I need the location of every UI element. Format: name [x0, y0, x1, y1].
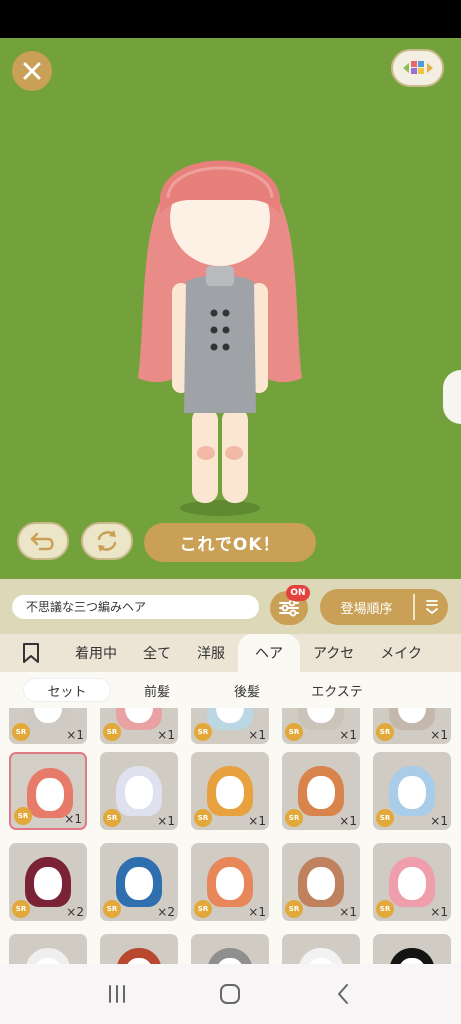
tab-accessories[interactable]: アクセ: [300, 634, 367, 672]
hair-item-card[interactable]: [191, 934, 269, 964]
hair-sub-tabs: セット 前髪 後髪 エクステ: [0, 672, 461, 708]
mannequin-head: [125, 867, 153, 900]
rarity-badge: SR: [194, 723, 212, 741]
item-count: ×1: [430, 814, 448, 828]
selected-item-name: 不思議な三つ編みヘア: [12, 595, 259, 619]
subtab-extensions[interactable]: エクステ: [294, 679, 380, 701]
undo-button[interactable]: [17, 522, 69, 560]
hair-item-card[interactable]: SR ×1: [282, 708, 360, 744]
rarity-badge: SR: [14, 807, 32, 825]
item-count: ×1: [430, 905, 448, 919]
category-tabs: 着用中 全て 洋服 ヘア アクセ メイク: [0, 634, 461, 672]
item-count: ×1: [339, 905, 357, 919]
item-count: ×1: [157, 814, 175, 828]
rarity-badge: SR: [103, 809, 121, 827]
item-count: ×1: [339, 728, 357, 742]
hair-item-card[interactable]: SR ×1: [373, 843, 451, 921]
filter-bar: 不思議な三つ編みヘア ON 登場順序: [0, 579, 461, 634]
sort-direction-icon[interactable]: [415, 599, 448, 615]
item-count: ×1: [248, 905, 266, 919]
mannequin-head: [307, 867, 335, 900]
hair-item-card[interactable]: SR ×1: [282, 843, 360, 921]
avatar-stage: これでOK！: [0, 38, 461, 579]
sort-order-label: 登場順序: [340, 601, 393, 617]
background-palette-icon: [402, 61, 433, 74]
mannequin-head: [34, 867, 62, 900]
rarity-badge: SR: [285, 900, 303, 918]
rotate-button[interactable]: [81, 522, 133, 560]
rarity-badge: SR: [194, 900, 212, 918]
hair-item-card[interactable]: SR ×1: [9, 752, 87, 830]
close-icon: [23, 62, 41, 80]
rarity-badge: SR: [376, 809, 394, 827]
mannequin-head: [216, 776, 244, 809]
rarity-badge: SR: [103, 723, 121, 741]
sliders-icon: [279, 599, 299, 617]
avatar-figure: [138, 160, 302, 516]
hair-item-card[interactable]: SR ×1: [373, 752, 451, 830]
tab-clothes[interactable]: 洋服: [184, 634, 238, 672]
hair-item-card[interactable]: SR ×1: [191, 708, 269, 744]
rarity-badge: SR: [285, 809, 303, 827]
rarity-badge: SR: [103, 900, 121, 918]
tab-makeup[interactable]: メイク: [367, 634, 435, 672]
hair-item-card[interactable]: SR ×1: [282, 752, 360, 830]
hair-item-card[interactable]: SR ×2: [9, 843, 87, 921]
rarity-badge: SR: [194, 809, 212, 827]
rarity-badge: SR: [376, 900, 394, 918]
hair-item-card[interactable]: [100, 934, 178, 964]
home-icon[interactable]: [218, 982, 242, 1006]
mannequin-head: [125, 776, 153, 809]
hair-item-card[interactable]: [9, 934, 87, 964]
hair-item-card[interactable]: SR ×1: [9, 708, 87, 744]
side-panel-handle[interactable]: [443, 370, 461, 424]
mannequin-head: [398, 867, 426, 900]
close-button[interactable]: [12, 51, 52, 91]
item-count: ×1: [66, 728, 84, 742]
item-count: ×1: [430, 728, 448, 742]
mannequin-head: [216, 867, 244, 900]
subtab-back-hair[interactable]: 後髪: [204, 679, 290, 701]
system-nav-bar: [0, 964, 461, 1024]
recent-apps-icon[interactable]: [105, 982, 129, 1006]
subtab-set[interactable]: セット: [24, 679, 110, 701]
tab-bookmark[interactable]: [0, 634, 62, 672]
hair-item-card[interactable]: SR ×2: [100, 843, 178, 921]
subtab-bangs[interactable]: 前髪: [114, 679, 200, 701]
rarity-badge: SR: [285, 723, 303, 741]
rarity-badge: SR: [12, 900, 30, 918]
back-icon[interactable]: [332, 982, 356, 1006]
tab-hair[interactable]: ヘア: [238, 634, 300, 672]
hair-item-card[interactable]: SR ×1: [191, 752, 269, 830]
item-count: ×2: [66, 905, 84, 919]
hair-item-card[interactable]: SR ×1: [191, 843, 269, 921]
item-count: ×1: [157, 728, 175, 742]
item-count: ×1: [248, 814, 266, 828]
sort-order-button[interactable]: 登場順序: [320, 589, 448, 625]
confirm-ok-button[interactable]: これでOK！: [144, 523, 316, 562]
item-count: ×1: [64, 812, 82, 826]
bookmark-icon: [23, 643, 39, 663]
hair-item-card[interactable]: [373, 934, 451, 964]
undo-icon: [30, 532, 54, 551]
rarity-badge: SR: [12, 723, 30, 741]
item-count: ×2: [157, 905, 175, 919]
tab-wearing[interactable]: 着用中: [62, 634, 130, 672]
tab-all[interactable]: 全て: [130, 634, 184, 672]
status-bar: [0, 0, 461, 38]
mannequin-head: [307, 776, 335, 809]
background-switch-button[interactable]: [391, 49, 444, 87]
mannequin-head: [36, 778, 64, 811]
hair-item-card[interactable]: SR ×1: [100, 752, 178, 830]
hair-item-card[interactable]: SR ×1: [373, 708, 451, 744]
item-count: ×1: [339, 814, 357, 828]
mannequin-head: [398, 776, 426, 809]
rarity-badge: SR: [376, 723, 394, 741]
hair-item-card[interactable]: SR ×1: [100, 708, 178, 744]
item-grid: SR ×1 SR ×1 SR ×1 SR ×1 SR ×1 SR ×1 SR ×1 SR ×1 SR ×1 SR ×1…: [0, 708, 461, 964]
item-count: ×1: [248, 728, 266, 742]
rotate-icon: [97, 530, 117, 552]
filter-on-badge: ON: [286, 585, 310, 601]
hair-item-card[interactable]: [282, 934, 360, 964]
